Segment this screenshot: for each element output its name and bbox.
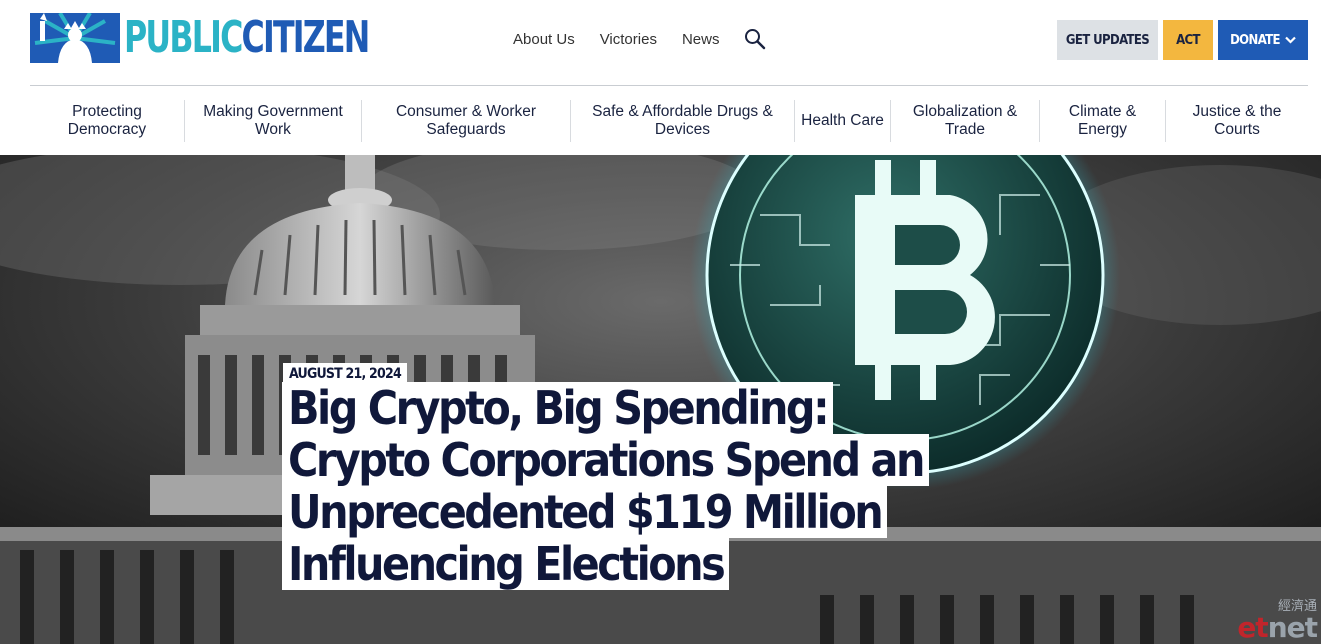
search-icon[interactable] (744, 28, 766, 50)
nav-globalization-trade[interactable]: Globalization & Trade (891, 99, 1040, 142)
act-button[interactable]: ACT (1163, 20, 1213, 60)
headline-line: Influencing Elections (282, 538, 730, 590)
utility-nav: About Us Victories News (513, 28, 766, 50)
nav-consumer-worker-safeguards[interactable]: Consumer & Worker Safeguards (362, 99, 571, 142)
nav-protecting-democracy[interactable]: Protecting Democracy (30, 99, 185, 142)
headline-line: Unprecedented $119 Million (282, 486, 888, 538)
nav-making-government-work[interactable]: Making Government Work (185, 99, 362, 142)
headline-line: Crypto Corporations Spend an (282, 434, 929, 486)
nav-climate-energy[interactable]: Climate & Energy (1040, 99, 1166, 142)
headline-line: Big Crypto, Big Spending: (282, 382, 834, 434)
chevron-down-icon (1285, 33, 1296, 48)
nav-victories[interactable]: Victories (600, 31, 657, 48)
brand-name: PUBLICCITIZEN (124, 12, 371, 63)
donate-button[interactable]: DONATE (1218, 20, 1308, 60)
nav-safe-affordable-drugs[interactable]: Safe & Affordable Drugs & Devices (571, 99, 795, 142)
brand-name-part2: CITIZEN (241, 12, 371, 63)
nav-news[interactable]: News (682, 31, 720, 48)
get-updates-button[interactable]: GET UPDATES (1057, 20, 1158, 60)
hero-banner[interactable]: AUGUST 21, 2024 Big Crypto, Big Spending… (0, 155, 1321, 644)
public-citizen-logo[interactable]: PUBLICCITIZEN (30, 12, 464, 64)
watermark-logo-b: net (1267, 611, 1318, 644)
watermark-logo: etnet (1237, 611, 1318, 644)
etnet-watermark: 經濟通 etnet (1237, 595, 1318, 644)
nav-about-us[interactable]: About Us (513, 31, 575, 48)
nav-justice-courts[interactable]: Justice & the Courts (1166, 100, 1308, 142)
brand-name-part1: PUBLIC (124, 12, 243, 63)
nav-health-care[interactable]: Health Care (795, 99, 891, 142)
article-headline[interactable]: Big Crypto, Big Spending: Crypto Corpora… (282, 382, 929, 590)
donate-label: DONATE (1230, 32, 1280, 48)
watermark-logo-a: et (1237, 611, 1268, 644)
issues-nav: Protecting Democracy Making Government W… (30, 86, 1308, 155)
site-header: PUBLICCITIZEN About Us Victories News GE… (0, 0, 1321, 86)
statue-of-liberty-icon (30, 13, 120, 63)
